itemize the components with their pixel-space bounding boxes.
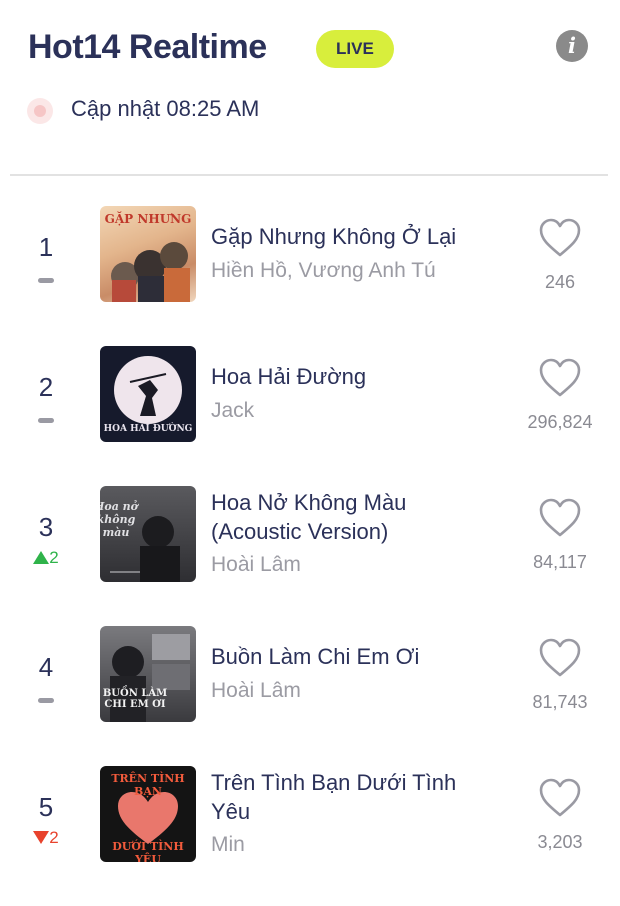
album-art-text: DƯỚI TÌNH YÊU xyxy=(112,840,184,862)
rank-number: 1 xyxy=(38,232,54,262)
song-title[interactable]: Buồn Làm Chi Em Ơi xyxy=(211,642,501,671)
artist-name[interactable]: Jack xyxy=(211,399,254,423)
album-art-text: BUỒN LÀM CHI EM ƠI xyxy=(102,688,168,710)
artist-name[interactable]: Hoài Lâm xyxy=(211,679,301,703)
song-row[interactable]: 3 2 Hoa nở không màu Hoa Nở Không Màu (A… xyxy=(0,486,620,626)
song-title[interactable]: Gặp Nhưng Không Ở Lại xyxy=(211,222,501,251)
chart-header: Hot14 Realtime LIVE i Cập nhật 08:25 AM xyxy=(0,0,620,176)
song-title[interactable]: Trên Tình Bạn Dưới Tình Yêu xyxy=(211,768,501,826)
heart-icon[interactable] xyxy=(538,778,582,818)
rank-number: 2 xyxy=(38,372,54,402)
like-count: 3,203 xyxy=(537,832,583,852)
album-art[interactable]: GẶP NHƯNG xyxy=(100,206,196,302)
divider xyxy=(10,174,608,176)
rank-number: 3 xyxy=(38,512,54,542)
heart-icon[interactable] xyxy=(538,638,582,678)
song-title[interactable]: Hoa Hải Đường xyxy=(211,362,501,391)
song-row[interactable]: 5 2 TRÊN TÌNH BẠN DƯỚI TÌNH YÊU Trên Tìn… xyxy=(0,766,620,906)
artist-name[interactable]: Min xyxy=(211,833,245,857)
record-icon xyxy=(27,98,53,124)
update-time: Cập nhật 08:25 AM xyxy=(71,96,260,121)
rank-number: 5 xyxy=(38,792,54,822)
album-art-text: TRÊN TÌNH BẠN xyxy=(111,772,185,798)
live-badge: LIVE xyxy=(316,30,394,68)
heart-icon[interactable] xyxy=(538,218,582,258)
rank-up-indicator: 2 xyxy=(22,548,70,568)
artist-name[interactable]: Hoài Lâm xyxy=(211,553,301,577)
like-count: 81,743 xyxy=(532,692,588,712)
arrow-up-icon xyxy=(33,551,50,564)
info-icon[interactable]: i xyxy=(556,30,588,62)
album-art-text: Hoa nở không màu xyxy=(100,500,139,539)
album-art-text: HOA HẢI ĐƯỜNG xyxy=(103,424,193,434)
like-count: 84,117 xyxy=(533,552,587,572)
rank-change-value: 2 xyxy=(49,548,59,567)
album-art-text: GẶP NHƯNG xyxy=(104,212,192,226)
album-art[interactable]: TRÊN TÌNH BẠN DƯỚI TÌNH YÊU xyxy=(100,766,196,862)
rank-unchanged-icon xyxy=(22,408,70,428)
heart-icon[interactable] xyxy=(538,498,582,538)
song-title[interactable]: Hoa Nở Không Màu (Acoustic Version) xyxy=(211,488,501,546)
heart-icon[interactable] xyxy=(538,358,582,398)
song-row[interactable]: 1 GẶP NHƯNG Gặp Nhưng Không Ở Lại Hiền H… xyxy=(0,206,620,346)
rank-down-indicator: 2 xyxy=(22,828,70,848)
rank-number: 4 xyxy=(38,652,54,682)
arrow-down-icon xyxy=(33,831,50,844)
album-art[interactable]: HOA HẢI ĐƯỜNG xyxy=(100,346,196,442)
album-art[interactable]: Hoa nở không màu xyxy=(100,486,196,582)
rank-unchanged-icon xyxy=(22,268,70,288)
song-row[interactable]: 4 BUỒN LÀM CHI EM ƠI Buồn Làm Chi Em Ơi … xyxy=(0,626,620,766)
chart-title: Hot14 Realtime xyxy=(28,28,267,66)
song-row[interactable]: 2 HOA HẢI ĐƯỜNG Hoa Hải Đường Jack 296,8… xyxy=(0,346,620,486)
like-count: 296,824 xyxy=(527,412,593,432)
like-count: 246 xyxy=(544,272,576,292)
rank-unchanged-icon xyxy=(22,688,70,708)
album-art[interactable]: BUỒN LÀM CHI EM ƠI xyxy=(100,626,196,722)
artist-name[interactable]: Hiền Hồ, Vương Anh Tú xyxy=(211,259,436,283)
rank-change-value: 2 xyxy=(49,828,59,847)
